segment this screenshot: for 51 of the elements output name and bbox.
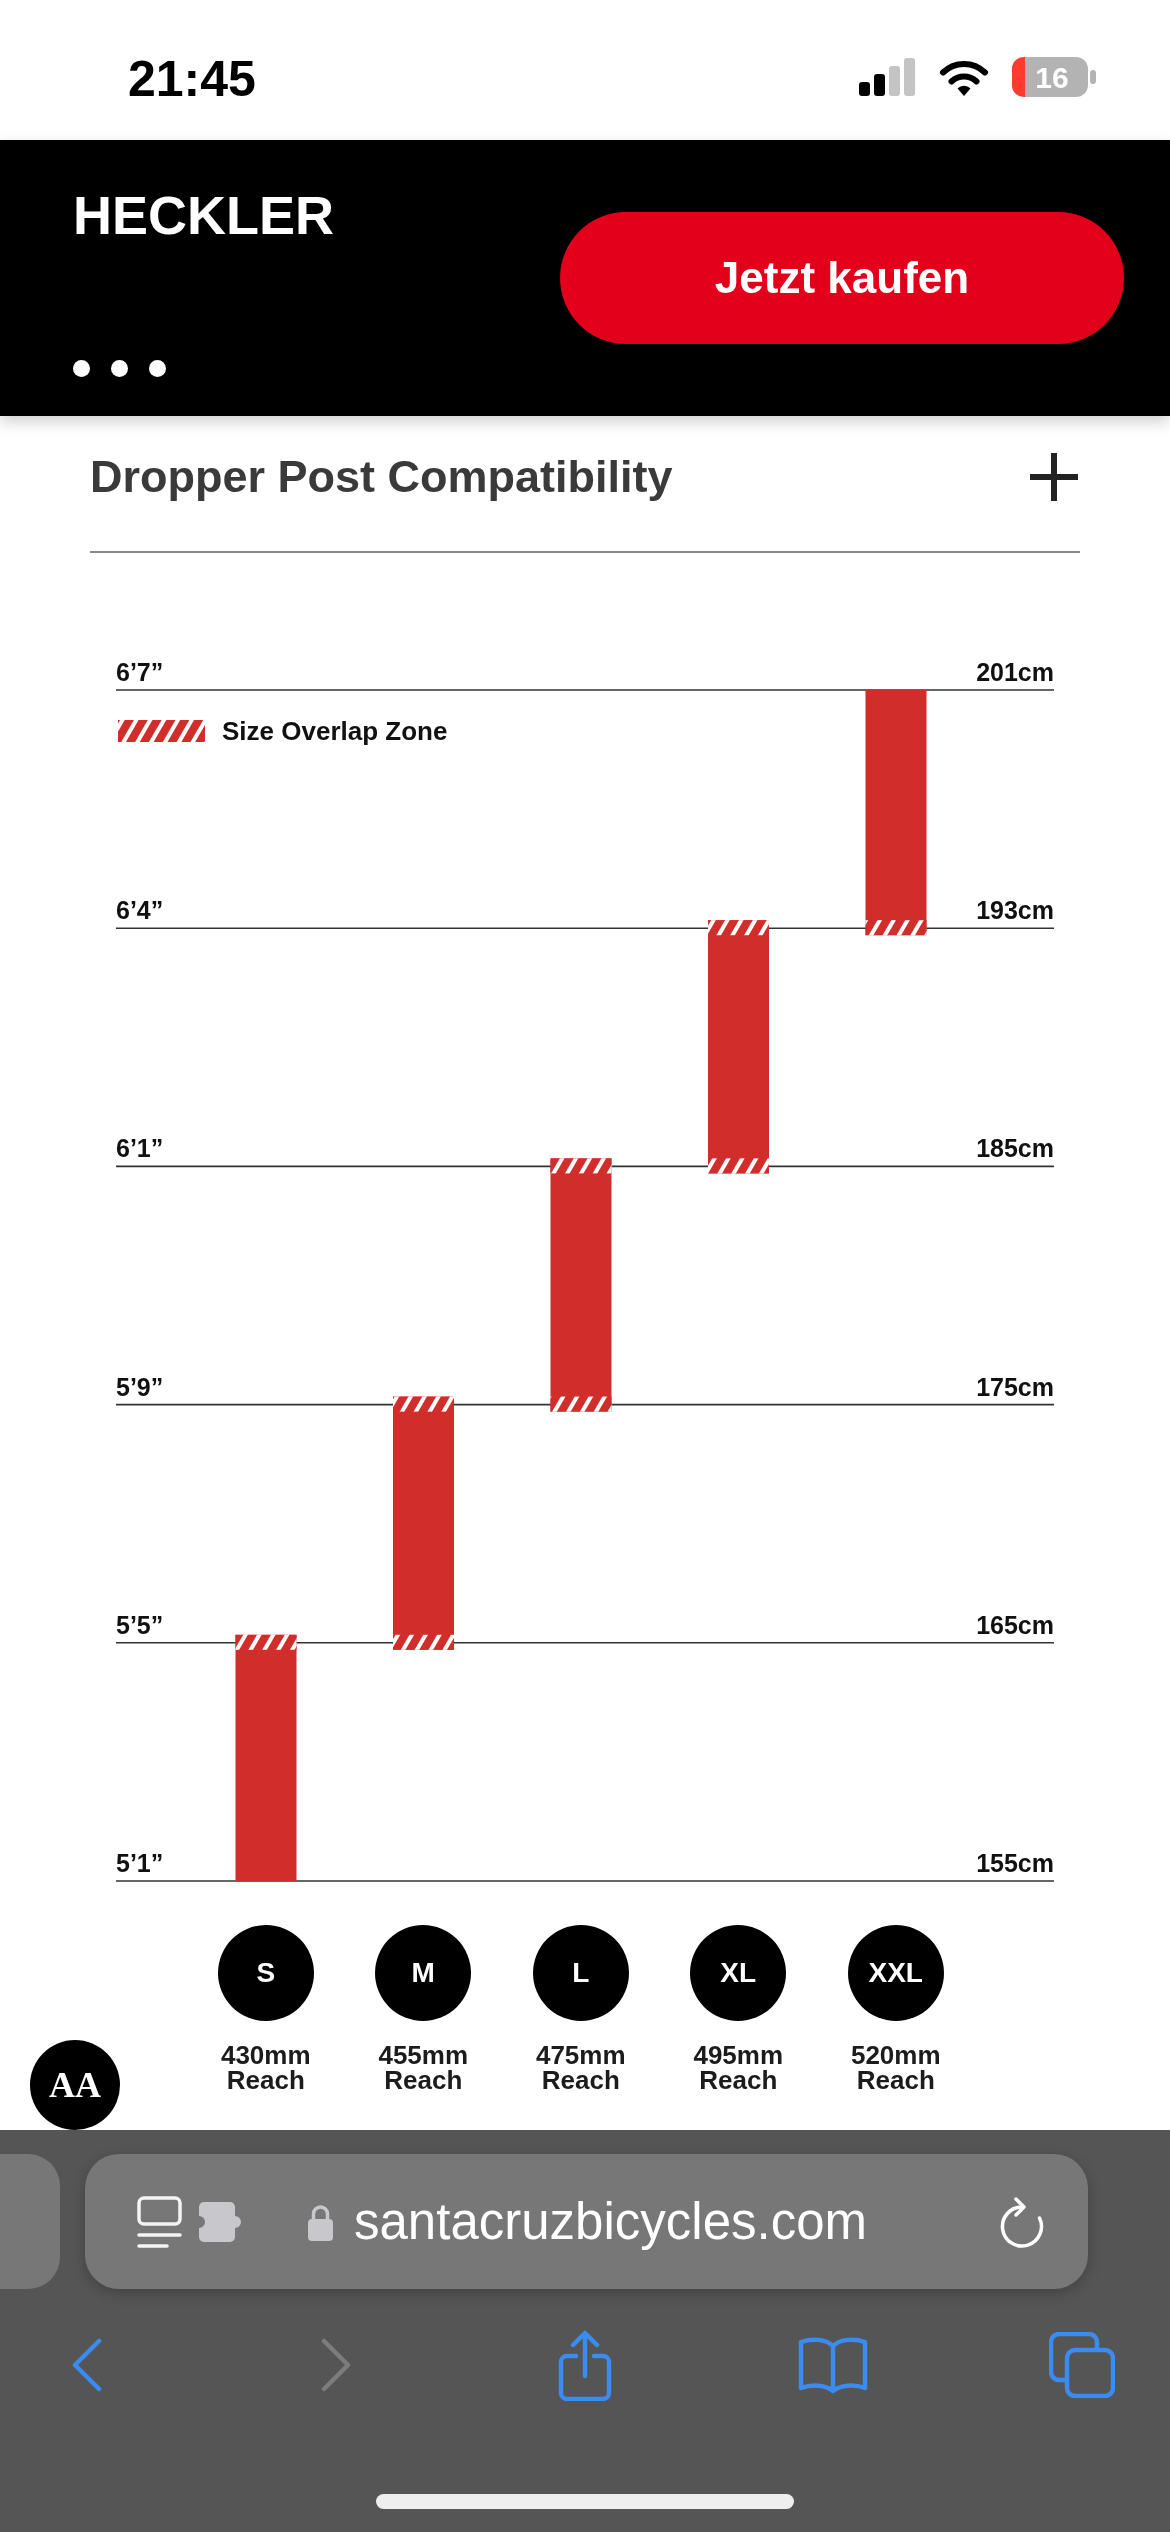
reach-label: 455mm Reach: [378, 2043, 469, 2093]
page-layout-icon[interactable]: [137, 2195, 182, 2248]
wifi-icon: [938, 58, 990, 96]
forward-chevron-icon: [320, 2338, 351, 2392]
height-label: 5’9”: [116, 1372, 164, 1401]
battery-percentage: 16: [1035, 61, 1069, 94]
three-dots-icon[interactable]: [73, 360, 166, 377]
section-title[interactable]: Dropper Post Compatibility: [90, 451, 673, 503]
height-label: 193cm: [976, 896, 1054, 925]
reach-label: 475mm Reach: [535, 2043, 626, 2093]
share-icon: [556, 2329, 613, 2401]
size-badge: XXL: [847, 1925, 944, 2021]
height-label: 5’1”: [116, 1849, 164, 1877]
status-time: 21:45: [128, 50, 256, 108]
reach-label: 495mm Reach: [693, 2043, 784, 2093]
legend-label: Size Overlap Zone: [222, 716, 448, 746]
back-chevron-icon: [72, 2338, 102, 2392]
height-label: 6’4”: [116, 896, 164, 925]
plus-icon[interactable]: [1030, 453, 1078, 501]
height-label: 155cm: [976, 1849, 1054, 1877]
reload-icon[interactable]: [1000, 2194, 1045, 2249]
reach-label: 430mm Reach: [220, 2043, 311, 2093]
product-title: HECKLER: [73, 185, 334, 245]
size-badge: L: [532, 1925, 629, 2021]
adjacent-tab-bar[interactable]: [0, 2154, 60, 2289]
lock-icon: [307, 2202, 334, 2241]
share-button[interactable]: [556, 2329, 613, 2401]
height-label: 6’1”: [116, 1134, 164, 1163]
bookmarks-button[interactable]: [798, 2336, 869, 2394]
height-label: 201cm: [976, 658, 1054, 686]
battery-icon: [1012, 57, 1096, 97]
height-label: 6’7”: [116, 658, 164, 686]
puzzle-piece-icon[interactable]: [199, 2201, 242, 2242]
size-badge: S: [217, 1925, 314, 2021]
signal-icon: [859, 58, 916, 96]
buy-now-button[interactable]: Jetzt kaufen: [560, 212, 1124, 344]
hatched-swatch-icon: [118, 720, 205, 742]
size-badge: M: [375, 1925, 472, 2021]
text-size-button[interactable]: AA: [30, 2040, 120, 2130]
reach-label: 520mm Reach: [850, 2043, 941, 2093]
size-badge: XL: [690, 1925, 787, 2021]
height-label: 175cm: [976, 1372, 1054, 1401]
url-text: santacruzbicycles.com: [354, 2191, 868, 2252]
tabs-button[interactable]: [1049, 2332, 1115, 2398]
height-label: 5’5”: [116, 1610, 164, 1639]
height-label: 185cm: [976, 1134, 1054, 1163]
open-book-icon: [798, 2336, 869, 2394]
tabs-icon: [1049, 2332, 1115, 2398]
back-button[interactable]: [72, 2338, 102, 2392]
address-bar[interactable]: santacruzbicycles.com: [85, 2154, 1088, 2289]
height-label: 165cm: [976, 1610, 1054, 1639]
